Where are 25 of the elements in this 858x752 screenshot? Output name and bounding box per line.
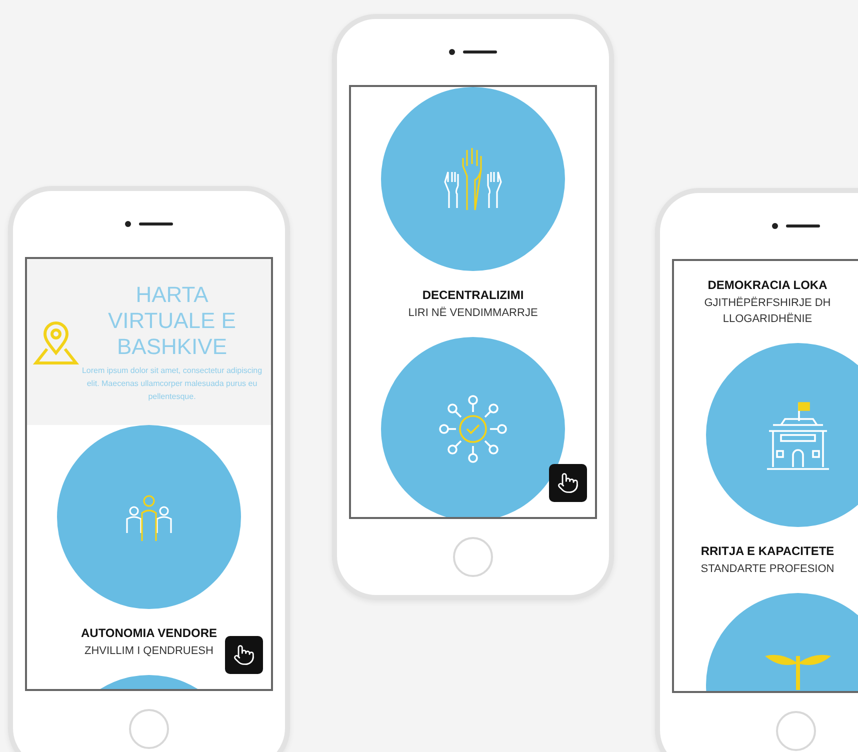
feature-title: DECENTRALIZIMI <box>422 287 524 304</box>
home-button[interactable] <box>453 537 493 577</box>
feature-subtitle: ZHVILLIM I QENDRUESH <box>84 644 214 659</box>
raised-hands-icon <box>443 146 503 212</box>
hand-pointer-icon <box>233 644 255 666</box>
feature-subtitle: GJITHËPËRFSHIRJE DH <box>704 296 831 311</box>
feature-subtitle: STANDARTE PROFESION <box>700 562 834 577</box>
feature-subtitle: LIRI NË VENDIMMARRJE <box>408 306 538 321</box>
phone-speaker-icon <box>449 49 497 55</box>
feature-title: AUTONOMIA VENDORE <box>80 625 217 642</box>
building-icon <box>765 399 831 471</box>
feature-title: RRITJA E KAPACITETE <box>700 543 834 560</box>
feature-title: DEMOKRACIA LOKA <box>708 277 828 294</box>
hand-pointer-icon <box>557 472 579 494</box>
feature-subtitle: LLOGARIDHËNIE <box>722 312 812 327</box>
touch-button[interactable] <box>549 464 587 502</box>
network-icon <box>437 393 509 465</box>
map-pin-icon <box>33 319 79 365</box>
phone-speaker-icon <box>125 221 173 227</box>
banner-text: Lorem ipsum dolor sit amet, consectetur adipiscing elit. Maecenas ullamcorper malesuada purus eu pellentesque. <box>80 364 264 402</box>
phone-speaker-icon <box>772 223 820 229</box>
home-button[interactable] <box>129 709 169 749</box>
touch-button[interactable] <box>225 636 263 674</box>
home-button[interactable] <box>776 711 816 751</box>
banner-title: HARTA VIRTUALE E BASHKIVE <box>107 282 237 360</box>
